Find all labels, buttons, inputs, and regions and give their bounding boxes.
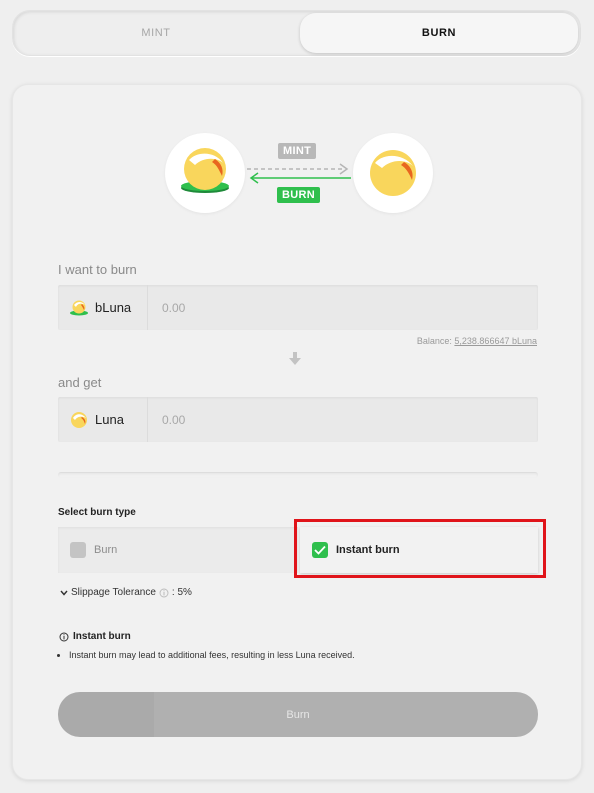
receive-amount-input[interactable] [148, 397, 538, 442]
balance-label: Balance: [416, 336, 452, 346]
info-title-text: Instant burn [73, 631, 131, 642]
burn-input-label: I want to burn [58, 262, 137, 277]
luna-circle [353, 133, 433, 213]
luna-token-icon [370, 150, 416, 196]
checkbox-unchecked-icon [70, 542, 86, 558]
tab-mint[interactable]: MINT [15, 13, 297, 53]
slippage-label: Slippage Tolerance [71, 587, 156, 598]
bluna-token-icon [181, 148, 229, 193]
section-divider [58, 472, 538, 478]
bluna-icon [70, 300, 88, 315]
burn-type-title: Select burn type [58, 507, 136, 518]
burn-card: MINT BURN I want to burn bLuna Balance [12, 84, 582, 780]
info-list: Instant burn may lead to additional fees… [58, 650, 549, 660]
balance-value[interactable]: 5,238.866647 bLuna [454, 336, 537, 346]
info-item: Instant burn may lead to additional fees… [69, 650, 549, 660]
receive-label: and get [58, 375, 102, 390]
arrow-left-icon [249, 172, 351, 184]
luna-asset-selector[interactable]: Luna [58, 397, 148, 442]
flow-mint-label: MINT [278, 143, 317, 159]
highlight-box [294, 519, 546, 578]
luna-asset-label: Luna [95, 412, 124, 427]
flow-burn-label: BURN [277, 187, 320, 203]
burn-option-standard-label: Burn [94, 544, 118, 556]
slippage-value: : 5% [171, 587, 192, 598]
burn-option-standard[interactable]: Burn [58, 527, 298, 573]
mode-tabs: MINT BURN [12, 10, 581, 56]
chevron-down-icon [60, 590, 68, 596]
receive-field: Luna [58, 397, 538, 442]
burn-amount-input[interactable] [148, 285, 538, 330]
tab-burn[interactable]: BURN [300, 13, 578, 53]
slippage-toggle[interactable]: Slippage Tolerance : 5% [60, 587, 192, 598]
luna-icon [71, 411, 87, 428]
burn-input-field: bLuna [58, 285, 538, 330]
balance-readout: Balance: 5,238.866647 bLuna [417, 336, 537, 346]
info-title: Instant burn [59, 631, 131, 642]
info-icon [159, 588, 169, 597]
info-circle-icon [59, 632, 69, 641]
arrow-down-icon [289, 352, 301, 365]
bluna-circle [165, 133, 245, 213]
burn-submit-button[interactable]: Burn [58, 692, 538, 737]
bluna-asset-label: bLuna [95, 300, 132, 315]
bluna-asset-selector[interactable]: bLuna [58, 285, 148, 330]
